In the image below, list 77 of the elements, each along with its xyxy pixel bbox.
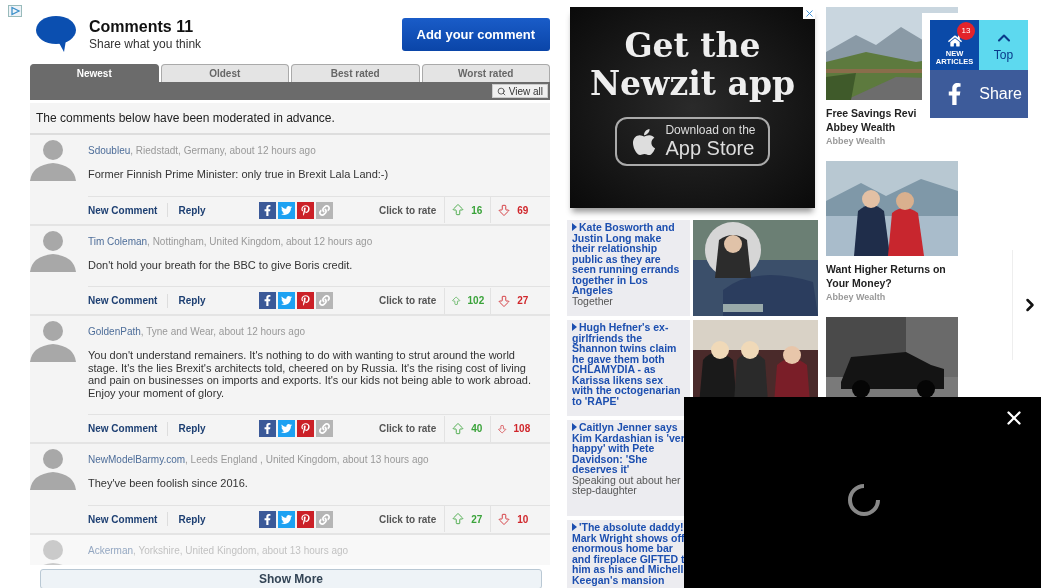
view-all-button[interactable]: View all	[491, 84, 548, 98]
close-icon	[803, 7, 815, 19]
reply-link[interactable]: Reply	[178, 513, 206, 525]
pinterest-icon[interactable]	[297, 201, 314, 219]
triangle-icon	[572, 423, 577, 431]
down-arrow-icon	[497, 512, 512, 526]
speech-bubble-icon	[36, 15, 76, 52]
news-headline[interactable]: Caitlyn Jenner says Kim Kardashian is 'ver happy' with Pete Davidson: 'She deserves it'	[572, 422, 685, 475]
comment-text: They've been foolish since 2016.	[88, 477, 249, 490]
comment-text: Former Finnish Prime Minister: only true in Brexit Lala Land:-)	[88, 168, 390, 181]
comment-meta: Tim Coleman, Nottingham, United Kingdom, about 12 hours ago	[88, 235, 373, 247]
pinterest-icon[interactable]	[297, 510, 314, 528]
new-comment-link[interactable]: New Comment	[88, 513, 158, 525]
down-arrow-icon	[497, 203, 512, 217]
comment-text: You don't understand remainers. It's nothing to do with wanting to strut around the world stage. It's the lies Brexit's architects told, cheered on by Russia. It's the rising cost of living and pain on businesses on imports and exports. It's our kids not being able to work abroad. Enjoy your moment of glory.	[88, 349, 532, 399]
show-more-button[interactable]: Show More	[40, 568, 542, 588]
sponsored-title[interactable]: Want Higher Returns on Your Money?	[826, 262, 946, 290]
sort-tab[interactable]: Worst rated	[421, 64, 550, 82]
ad-close-button[interactable]	[803, 7, 815, 19]
triangle-icon	[572, 223, 577, 231]
app-ad[interactable]: Get the Newzit app Download on the App Store	[570, 7, 815, 208]
up-arrow-icon	[451, 421, 466, 436]
comment-meta: GoldenPath, Tyne and Wear, about 12 hours ago	[88, 326, 306, 337]
new-comment-link[interactable]: New Comment	[88, 295, 158, 306]
pinterest-icon[interactable]	[297, 292, 314, 309]
comments-title: Comments 11	[89, 17, 195, 37]
news-headline[interactable]: 'The absolute daddy! Mark Wright shows off enormous home bar and fireplace GIFTED t him as his and Michell Keegan's mansion	[572, 522, 685, 585]
triangle-icon	[572, 323, 577, 331]
downvote-button[interactable]: 27	[490, 287, 537, 314]
twitter-icon[interactable]	[278, 201, 295, 219]
rate-label: Click to rate	[379, 204, 437, 216]
ad-headline: Get the Newzit app	[588, 27, 797, 103]
comment-meta: Sdoubleu, Riedstadt, Germany, about 12 hours ago	[88, 145, 316, 156]
downvote-button[interactable]: 10	[490, 506, 537, 532]
news-headline[interactable]: Kate Bosworth and Justin Long make their relationship public as they are seen running errands together in Los Angeles	[572, 222, 685, 296]
app-store-badge[interactable]: Download on the App Store	[615, 117, 770, 166]
reply-link[interactable]: Reply	[178, 423, 206, 434]
comments-subtitle: Share what you think	[89, 37, 203, 51]
sponsored-source: Abbey Wealth	[826, 292, 887, 302]
sponsored-source: Abbey Wealth	[826, 136, 887, 146]
twitter-icon[interactable]	[278, 510, 295, 528]
new-comment-link[interactable]: New Comment	[88, 423, 158, 434]
rate-label: Click to rate	[379, 423, 437, 434]
sort-tab[interactable]: Newest	[30, 64, 159, 82]
pinterest-icon[interactable]	[297, 420, 314, 437]
down-arrow-icon	[497, 293, 512, 308]
sort-tab[interactable]: Oldest	[160, 64, 289, 82]
home-icon	[947, 34, 962, 48]
facebook-icon[interactable]	[259, 201, 276, 219]
moderation-notice: The comments below have been moderated in advance.	[30, 103, 550, 135]
reply-link[interactable]: Reply	[178, 204, 206, 216]
news-headline[interactable]: Hugh Hefner's ex-girlfriends the Shannon twins claim he gave them both CHLAMYDIA - as Karissa likens sex with the octogenarian to 'RAPE'	[572, 322, 685, 406]
twitter-icon[interactable]	[278, 420, 295, 437]
facebook-icon[interactable]	[259, 292, 276, 309]
downvote-button[interactable]: 69	[490, 197, 537, 223]
rate-label: Click to rate	[379, 295, 437, 306]
twitter-icon[interactable]	[278, 292, 295, 309]
top-button[interactable]: Top	[979, 20, 1028, 70]
up-arrow-icon	[451, 512, 466, 526]
share-button[interactable]: Share	[930, 70, 1028, 118]
up-arrow-icon	[451, 203, 466, 217]
reply-link[interactable]: Reply	[178, 295, 206, 306]
sponsored-title[interactable]: Free Savings Revi Abbey Wealth	[826, 106, 917, 134]
add-comment-button[interactable]: Add your comment	[401, 18, 550, 51]
comment-text: Don't hold your breath for the BBC to give Boris credit.	[88, 258, 354, 271]
triangle-icon	[572, 523, 577, 531]
rate-label: Click to rate	[379, 513, 437, 525]
facebook-icon[interactable]	[259, 510, 276, 528]
sort-tab[interactable]: Best rated	[291, 64, 420, 82]
search-icon	[496, 86, 506, 96]
downvote-button[interactable]: 108	[490, 415, 537, 442]
notification-badge: 13	[957, 22, 975, 40]
play-icon[interactable]	[8, 5, 22, 17]
news-summary: Speaking out about her step-daughter	[572, 474, 682, 496]
comment-meta: NewModelBarmy.com, Leeds England , United Kingdom, about 13 hours ago	[88, 454, 429, 465]
new-comment-link[interactable]: New Comment	[88, 204, 158, 216]
facebook-icon[interactable]	[259, 420, 276, 437]
